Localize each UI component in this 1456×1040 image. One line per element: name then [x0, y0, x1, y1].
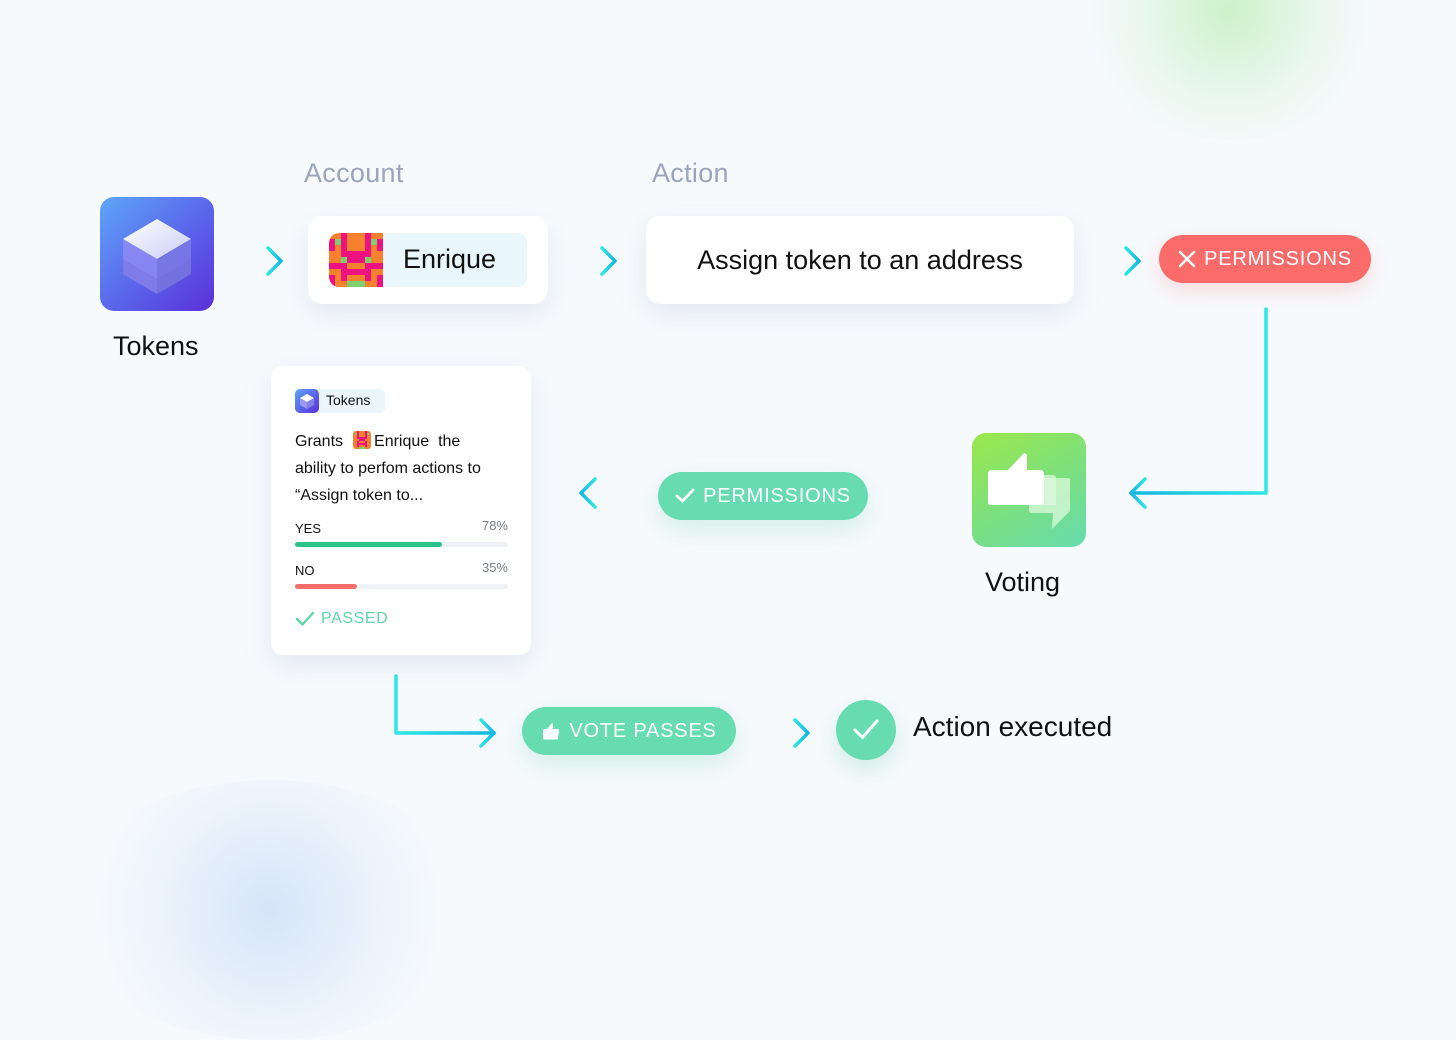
proposal-status-label: PASSED — [321, 610, 389, 627]
tokens-app-icon[interactable] — [100, 197, 214, 311]
identicon-avatar — [353, 431, 372, 449]
vote-no-bar-fill — [295, 584, 357, 589]
proposal-text-suffix: the — [438, 433, 461, 450]
vote-yes-percent: 78% — [481, 518, 508, 533]
action-executed-label: Action executed — [913, 711, 1113, 742]
vote-passes-label: VOTE PASSES — [569, 719, 717, 742]
cube-icon — [123, 219, 191, 294]
cube-icon — [295, 389, 319, 413]
action-executed-check — [836, 700, 896, 760]
vote-yes-bar-track — [295, 542, 508, 547]
vote-no-label: NO — [295, 563, 315, 578]
arrow-account-to-action — [570, 246, 617, 276]
proposal-status: PASSED — [295, 610, 388, 628]
voting-app-icon[interactable] — [972, 433, 1086, 547]
vote-proposal-card[interactable]: Tokens Grants Enrique the ability to perf… — [271, 366, 531, 655]
proposal-app-tag: Tokens — [295, 389, 385, 413]
account-name: Enrique — [403, 244, 497, 274]
account-section-label: Account — [304, 158, 404, 188]
arrow-tokens-to-account — [236, 246, 283, 276]
arrow-action-to-permissions — [1094, 246, 1141, 276]
action-text: Assign token to an address — [697, 244, 1023, 275]
check-icon — [675, 488, 695, 503]
permissions-denied-label: PERMISSIONS — [1204, 247, 1352, 270]
permissions-denied-badge: PERMISSIONS — [1159, 235, 1371, 283]
arrow-vote-to-executed — [763, 718, 810, 748]
vote-passes-badge: VOTE PASSES — [522, 707, 736, 755]
proposal-description: Grants Enrique the ability to perfom acti… — [295, 428, 515, 509]
proposal-account-name: Enrique — [374, 433, 430, 450]
check-icon — [853, 719, 879, 739]
vote-no-percent: 35% — [481, 560, 508, 575]
arrow-permissions-to-voting — [1129, 307, 1268, 509]
account-card[interactable]: Enrique — [308, 216, 548, 304]
permissions-granted-badge: PERMISSIONS — [658, 472, 868, 520]
account-chip[interactable]: Enrique — [329, 233, 527, 287]
arrow-proposal-to-vote-passes — [394, 674, 496, 748]
proposal-app-tag-label: Tokens — [326, 392, 371, 408]
permissions-granted-label: PERMISSIONS — [703, 484, 851, 507]
identicon-avatar — [329, 233, 383, 287]
vote-no-bar-track — [295, 584, 508, 589]
thumbs-up-down-icon — [988, 453, 1070, 529]
proposal-text-line3: “Assign token to... — [295, 487, 424, 504]
x-icon — [1178, 250, 1196, 268]
action-card[interactable]: Assign token to an address — [646, 216, 1074, 304]
tokens-app-label: Tokens — [113, 331, 199, 361]
action-section-label: Action — [652, 158, 729, 188]
vote-yes-label: YES — [295, 521, 322, 536]
check-icon — [295, 611, 315, 626]
proposal-text-line2: ability to perfom actions to — [295, 460, 481, 477]
proposal-text-prefix: Grants — [295, 433, 344, 450]
thumbs-up-icon — [543, 723, 560, 740]
voting-app-label: Voting — [985, 567, 1061, 597]
vote-yes-bar-fill — [295, 542, 442, 547]
